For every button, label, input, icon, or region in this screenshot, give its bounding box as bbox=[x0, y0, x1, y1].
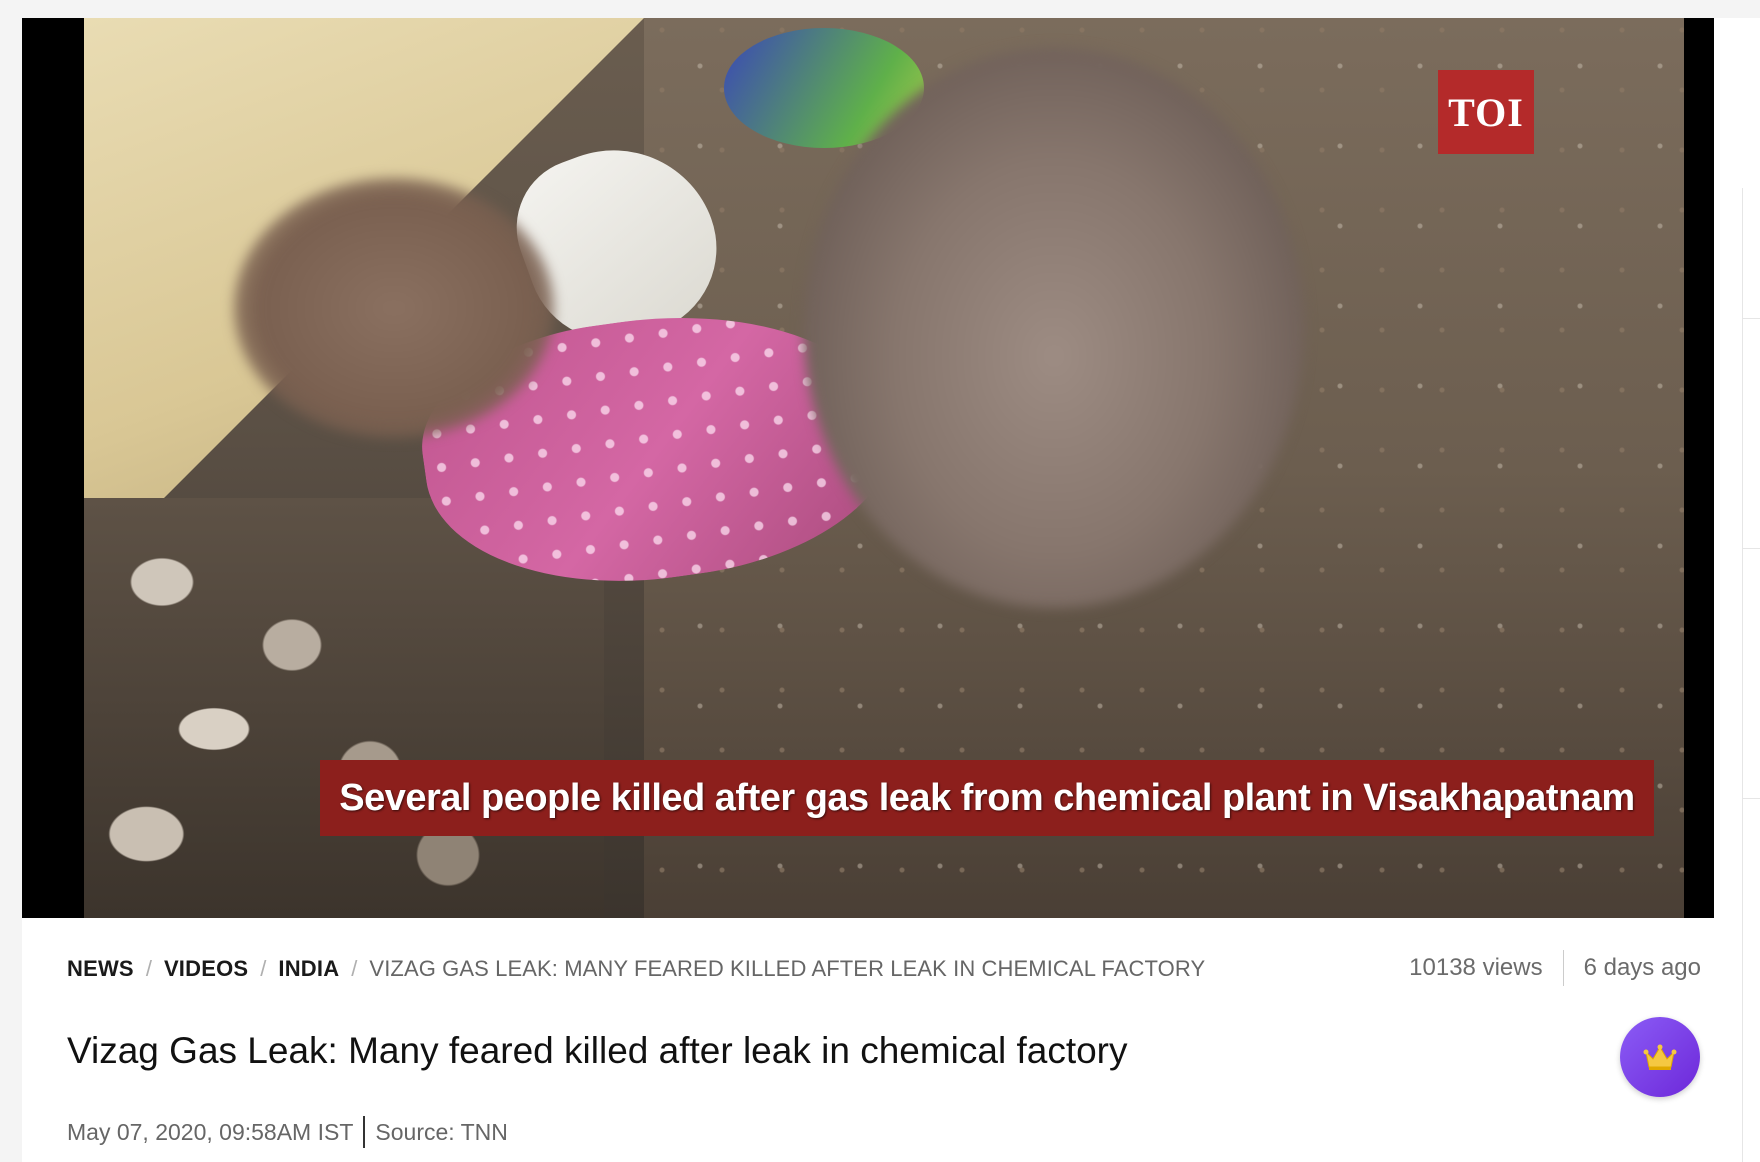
crown-icon bbox=[1643, 1044, 1677, 1070]
breadcrumb-separator: / bbox=[351, 956, 358, 981]
breadcrumb-link-india[interactable]: INDIA bbox=[278, 956, 339, 982]
video-caption: Several people killed after gas leak fro… bbox=[320, 760, 1654, 836]
sidebar-divider bbox=[1743, 798, 1760, 799]
stats-divider bbox=[1562, 950, 1564, 986]
video-frame[interactable]: TOI Several people killed after gas leak… bbox=[84, 18, 1684, 918]
breadcrumb-link-news[interactable]: NEWS bbox=[67, 956, 134, 982]
article-source: Source: TNN bbox=[375, 1118, 508, 1145]
sidebar-divider bbox=[1743, 318, 1760, 319]
blurred-region bbox=[234, 178, 554, 438]
breadcrumb-link-videos[interactable]: VIDEOS bbox=[164, 956, 248, 982]
meta-divider bbox=[363, 1116, 366, 1148]
video-caption-text: Several people killed after gas leak fro… bbox=[339, 776, 1635, 819]
blurred-region bbox=[804, 48, 1304, 608]
premium-button[interactable] bbox=[1620, 1017, 1700, 1097]
page-title: Vizag Gas Leak: Many feared killed after… bbox=[67, 1030, 1128, 1071]
channel-logo-text: TOI bbox=[1448, 89, 1524, 135]
breadcrumb-separator: / bbox=[145, 956, 152, 981]
view-count: 10138 views bbox=[1409, 954, 1543, 981]
video-player[interactable]: TOI Several people killed after gas leak… bbox=[22, 18, 1714, 918]
channel-logo: TOI bbox=[1438, 70, 1534, 154]
right-sidebar-edge bbox=[1742, 188, 1760, 1162]
breadcrumb: NEWS / VIDEOS / INDIA / VIZAG GAS LEAK: … bbox=[67, 955, 1205, 983]
breadcrumb-separator: / bbox=[260, 956, 267, 981]
publish-age: 6 days ago bbox=[1583, 954, 1701, 981]
publish-date: May 07, 2020, 09:58AM IST bbox=[67, 1118, 354, 1145]
video-stats: 10138 views 6 days ago bbox=[1409, 948, 1701, 988]
article-meta: May 07, 2020, 09:58AM IST Source: TNN bbox=[67, 1115, 508, 1149]
breadcrumb-current: VIZAG GAS LEAK: MANY FEARED KILLED AFTER… bbox=[369, 956, 1206, 981]
sidebar-divider bbox=[1743, 548, 1760, 549]
